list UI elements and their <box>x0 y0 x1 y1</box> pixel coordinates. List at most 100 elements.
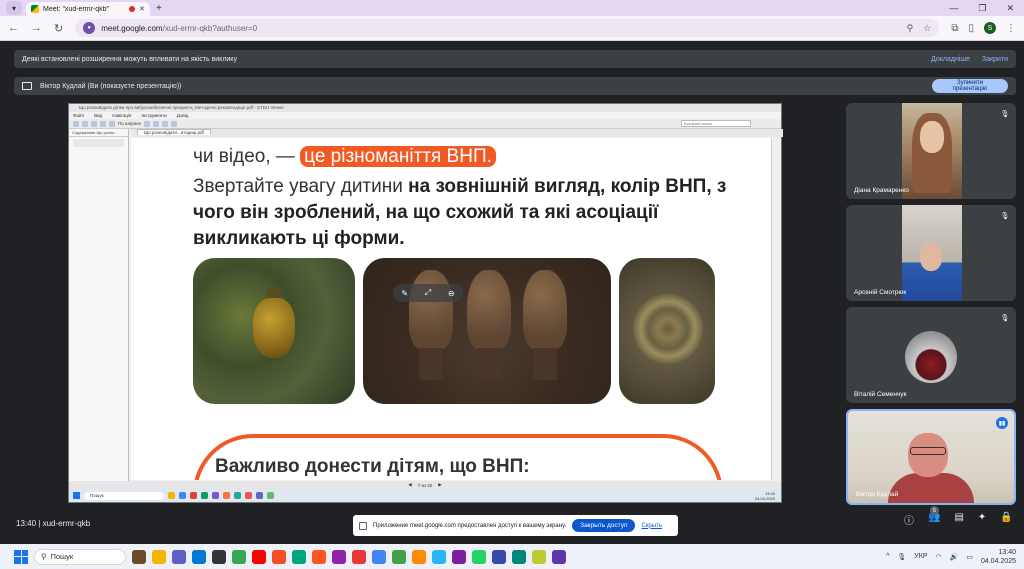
taskbar-clock[interactable]: 13:40 04.04.2025 <box>981 548 1016 566</box>
new-tab-icon[interactable]: + <box>156 3 162 14</box>
participant-video-face <box>920 243 942 271</box>
pdf-page: чи відео, — це різноманіття ВНП. Звертай… <box>131 138 771 480</box>
slide-line1-prefix: чи відео, — <box>193 146 301 167</box>
taskbar-app-icon[interactable] <box>212 549 226 564</box>
viber-icon[interactable] <box>452 549 466 564</box>
stop-presenting-button[interactable]: Зупинити презентацію <box>932 79 1008 93</box>
opera-icon[interactable] <box>352 549 366 564</box>
chat-icon[interactable]: ▤ <box>954 512 963 527</box>
taskbar-app-icon[interactable] <box>132 549 146 564</box>
mortar-tail <box>533 348 557 380</box>
participant-name: Віталій Семенчук <box>854 391 907 398</box>
taskbar-app-icon[interactable] <box>492 549 506 564</box>
taskbar-search[interactable]: ⚲ Пошук <box>34 548 126 565</box>
extensions-icon[interactable]: ⧉ <box>951 23 958 34</box>
taskbar-app-icon[interactable] <box>292 549 306 564</box>
mortar-tail <box>477 348 501 380</box>
learn-more-link[interactable]: Докладніше <box>931 56 970 63</box>
back-icon[interactable]: ← <box>8 22 19 34</box>
whatsapp-icon[interactable] <box>472 549 486 564</box>
mortar-shell <box>409 270 453 350</box>
taskbar-app-icon[interactable] <box>512 549 526 564</box>
presenting-text: Віктор Кудлай (Ви (показуєте презентацію… <box>40 82 182 90</box>
remote-app-icon <box>234 492 241 499</box>
participant-tile[interactable]: 🎙 Діана Крамаренко <box>846 103 1016 199</box>
slide-line1: чи відео, — це різноманіття ВНП. <box>193 146 496 168</box>
bookmark-star-icon[interactable]: ☆ <box>923 23 931 34</box>
teams-icon[interactable] <box>172 549 186 564</box>
taskbar-app-icon[interactable] <box>532 549 546 564</box>
viewer-doc-tab: Що розповідати...атодиці.pdf <box>137 129 211 135</box>
forward-icon[interactable]: → <box>31 22 42 34</box>
taskbar-app-icon[interactable] <box>392 549 406 564</box>
mic-off-icon: 🎙 <box>1000 111 1010 118</box>
viewer-menu-item: Навігація <box>112 113 132 118</box>
office-icon[interactable] <box>272 549 286 564</box>
edge-icon[interactable] <box>192 549 206 564</box>
windows-start-icon[interactable] <box>14 549 28 564</box>
close-warning-link[interactable]: Закрити <box>982 56 1008 63</box>
meet-side-controls: ⓘ 👥 5 ▤ ✦ 🔒 <box>904 506 1013 527</box>
remote-app-icon <box>212 492 219 499</box>
firefox-icon[interactable] <box>312 549 326 564</box>
taskbar-app-icon[interactable] <box>372 549 386 564</box>
reload-icon[interactable]: ↻ <box>54 22 63 35</box>
tab-close-icon[interactable]: ✕ <box>139 5 145 13</box>
remote-search: Пошук <box>84 491 164 500</box>
microphone-icon[interactable]: 🎙 <box>897 553 906 561</box>
volume-icon[interactable]: 🔊 <box>950 553 959 561</box>
people-icon[interactable]: 👥 5 <box>928 506 940 527</box>
file-explorer-icon[interactable] <box>152 549 166 564</box>
menu-kebab-icon[interactable]: ⋮ <box>1006 23 1016 34</box>
taskbar-app-icon[interactable] <box>332 549 346 564</box>
participant-tile[interactable]: 🎙 Арсеній Смотрюк <box>846 205 1016 301</box>
minimize-icon[interactable]: — <box>949 3 958 14</box>
meeting-info-icon[interactable]: ⓘ <box>904 512 914 527</box>
tab-search-icon[interactable]: ▾ <box>6 1 22 15</box>
remote-app-icon <box>223 492 230 499</box>
sidepanel-icon[interactable]: ▯ <box>968 23 974 34</box>
remote-start-icon <box>73 492 80 499</box>
viewer-side-row <box>73 139 124 147</box>
viewer-menu-item: Вид <box>94 113 103 118</box>
profile-avatar[interactable]: S <box>984 22 996 34</box>
site-info-icon[interactable]: ● <box>83 22 96 34</box>
fullscreen-icon[interactable]: ⤢ <box>425 288 431 298</box>
taskbar-app-icon[interactable] <box>412 549 426 564</box>
participant-tile-self[interactable]: ▮▮ Віктор Кудлай <box>846 409 1016 505</box>
viewer-next-icon: ▶ <box>438 482 442 487</box>
minimize-tile-icon[interactable]: ⊖ <box>448 289 455 298</box>
remote-app-icon <box>256 492 263 499</box>
viewer-prev-icon: ◀ <box>408 482 412 487</box>
taskbar-app-icon[interactable] <box>552 549 566 564</box>
zoom-icon[interactable]: ⚲ <box>907 23 914 34</box>
photo-mortar-shells: ✎ ⤢ ⊖ <box>363 258 611 404</box>
hide-notification-link[interactable]: Скрыть <box>641 523 661 529</box>
address-bar[interactable]: ● meet.google.com/xud-ermr-qkb?authuser=… <box>75 19 940 37</box>
participant-tile[interactable]: 🎙 Віталій Семенчук <box>846 307 1016 403</box>
host-controls-icon[interactable]: 🔒 <box>1000 512 1012 527</box>
tray-chevron-icon[interactable]: ^ <box>886 553 889 560</box>
viewer-tool-icon <box>171 120 178 127</box>
stop-sharing-button[interactable]: Закрыть доступ <box>572 519 636 532</box>
maximize-icon[interactable]: ❐ <box>978 3 986 14</box>
activities-icon[interactable]: ✦ <box>978 512 986 527</box>
close-window-icon[interactable]: ✕ <box>1006 3 1014 14</box>
battery-icon[interactable]: ▭ <box>966 553 973 561</box>
tab-meet[interactable]: Meet: "xud-ermr-qkb" ✕ <box>26 2 150 16</box>
telegram-icon[interactable] <box>432 549 446 564</box>
pin-icon[interactable]: ✎ <box>401 289 408 298</box>
youtube-icon[interactable] <box>252 549 266 564</box>
browser-tabstrip: ▾ Meet: "xud-ermr-qkb" ✕ + — ❐ ✕ <box>0 0 1024 16</box>
shared-screen: Що розповідати дітям про вибухонебезпечн… <box>68 103 783 503</box>
keyboard-language[interactable]: УКР <box>914 553 927 560</box>
chrome-icon[interactable] <box>232 549 246 564</box>
clock-time: 13:40 <box>998 548 1016 556</box>
tile-overlay-controls[interactable]: ✎ ⤢ ⊖ <box>393 284 463 302</box>
participant-video-body <box>888 473 974 503</box>
participant-video-face <box>908 433 948 477</box>
wifi-icon[interactable]: ◠ <box>936 553 942 561</box>
viewer-tool-icon <box>109 120 115 127</box>
viewer-title: Що розповідати дітям про вибухонебезпечн… <box>69 104 781 112</box>
viewer-menu-item: Інструменти <box>141 113 167 118</box>
